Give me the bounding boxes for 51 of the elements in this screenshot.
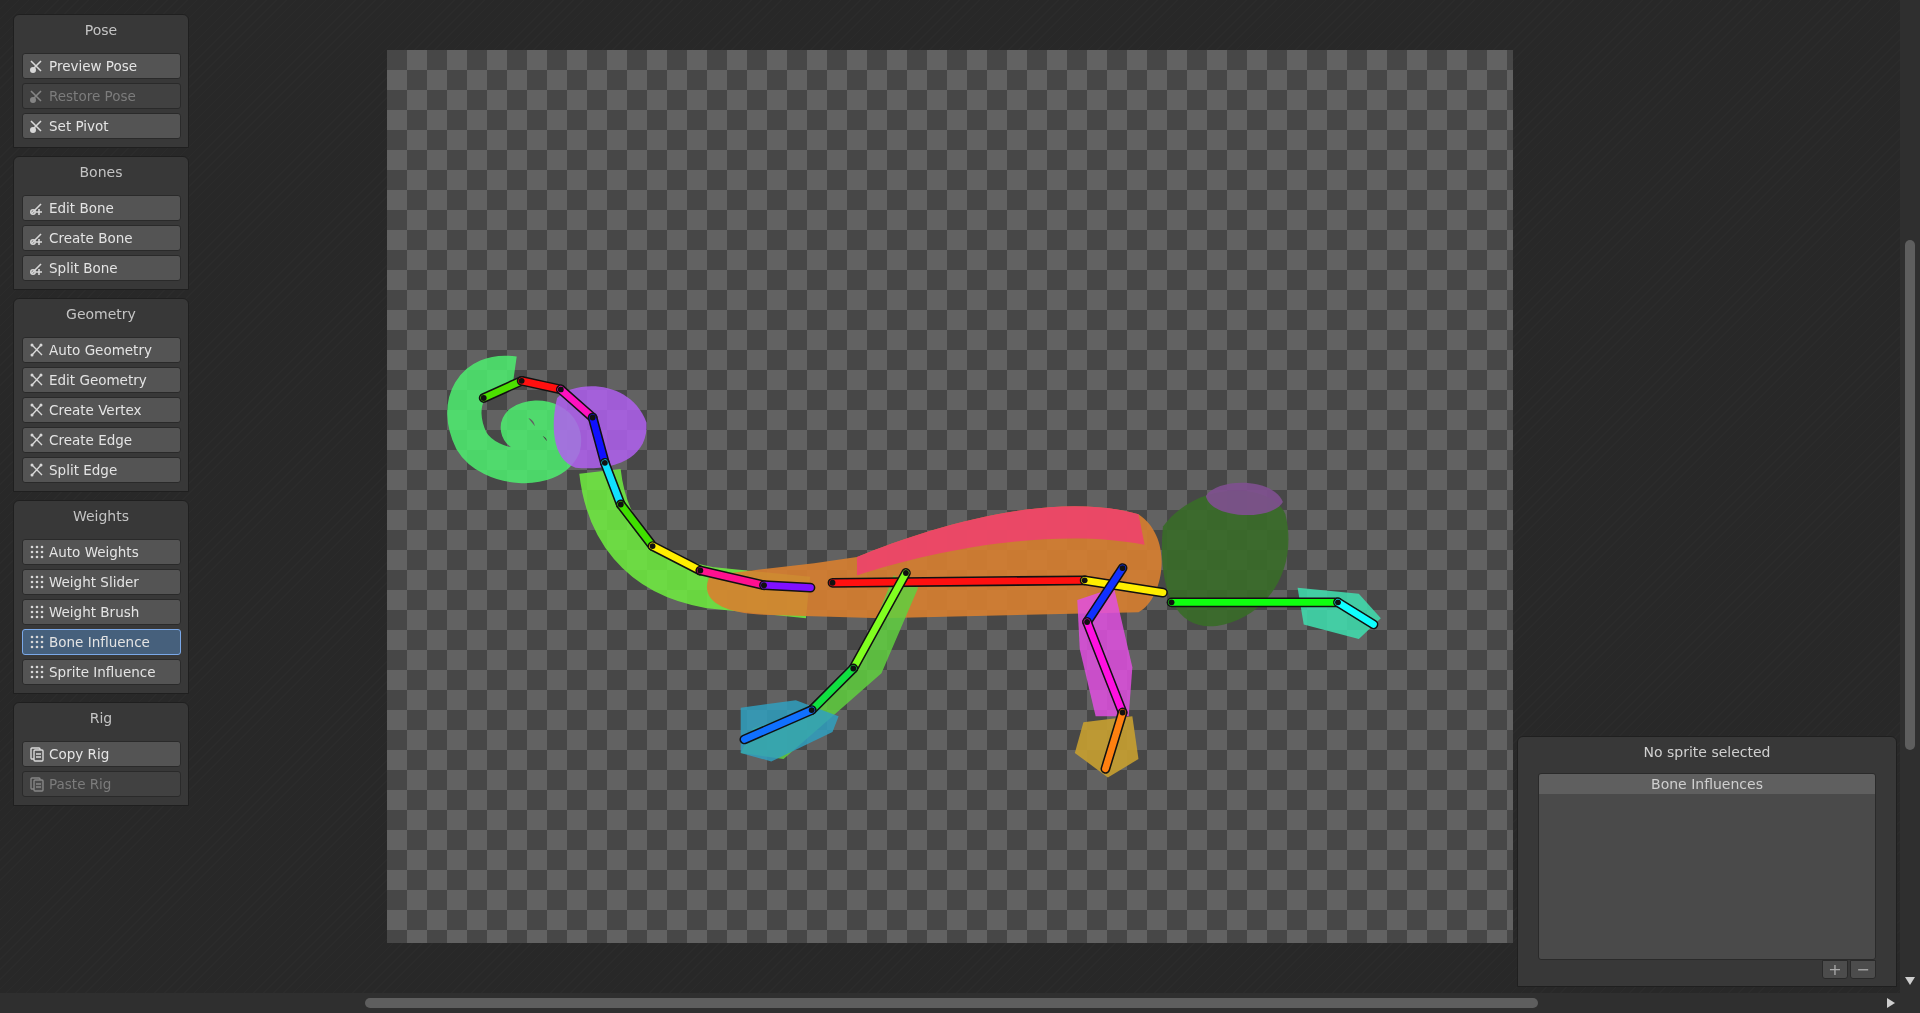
vertical-scrollbar[interactable]: [1900, 0, 1920, 1013]
checkerboard-canvas[interactable]: [387, 50, 1513, 943]
list-footer-button[interactable]: −: [1850, 960, 1876, 979]
tool-button[interactable]: Create Vertex: [22, 397, 181, 423]
scroll-thumb[interactable]: [1905, 240, 1915, 750]
tool-button[interactable]: Sprite Influence: [22, 659, 181, 685]
vertex-icon: [29, 342, 45, 358]
tool-button[interactable]: Edit Bone: [22, 195, 181, 221]
horizontal-scrollbar[interactable]: [0, 993, 1900, 1013]
group-title: Pose: [83, 21, 119, 40]
tool-button[interactable]: Auto Geometry: [22, 337, 181, 363]
tool-button[interactable]: Weight Brush: [22, 599, 181, 625]
tool-button[interactable]: Create Edge: [22, 427, 181, 453]
bone-plus-icon: [29, 200, 45, 216]
list-footer-button[interactable]: +: [1822, 960, 1848, 979]
list-header: Bone Influences: [1539, 774, 1875, 794]
tool-button[interactable]: Weight Slider: [22, 569, 181, 595]
bone-tool-icon: [29, 58, 45, 74]
bone-plus-icon: [29, 260, 45, 276]
tool-button[interactable]: Auto Weights: [22, 539, 181, 565]
dot-grid-icon: [29, 634, 45, 650]
bone-plus-icon: [29, 230, 45, 246]
dot-grid-icon: [29, 664, 45, 680]
group-title: Bones: [78, 163, 124, 182]
tool-button[interactable]: Bone Influence: [22, 629, 181, 655]
tool-button[interactable]: Split Bone: [22, 255, 181, 281]
scroll-thumb[interactable]: [365, 998, 1538, 1008]
tool-button[interactable]: Set Pivot: [22, 113, 181, 139]
bone-tool-icon: [29, 118, 45, 134]
down-arrow-icon[interactable]: [1905, 977, 1915, 985]
vertex-icon: [29, 462, 45, 478]
dot-grid-icon: [29, 544, 45, 560]
group-title: Rig: [88, 709, 114, 728]
dot-grid-icon: [29, 604, 45, 620]
tool-button[interactable]: Copy Rig: [22, 741, 181, 767]
tool-button[interactable]: Edit Geometry: [22, 367, 181, 393]
vertex-icon: [29, 372, 45, 388]
inspector-title: No sprite selected: [1642, 743, 1772, 762]
vertex-icon: [29, 402, 45, 418]
clipboard-icon: [29, 746, 45, 762]
right-arrow-icon[interactable]: [1887, 998, 1895, 1008]
group-title: Weights: [71, 507, 131, 526]
dot-grid-icon: [29, 574, 45, 590]
tool-button[interactable]: Split Edge: [22, 457, 181, 483]
tool-button[interactable]: Create Bone: [22, 225, 181, 251]
clipboard-icon: [29, 776, 45, 792]
bone-tool-icon: [29, 88, 45, 104]
influence-list[interactable]: Bone Influences: [1538, 773, 1876, 960]
vertex-icon: [29, 432, 45, 448]
group-title: Geometry: [65, 305, 137, 324]
tool-button[interactable]: Preview Pose: [22, 53, 181, 79]
